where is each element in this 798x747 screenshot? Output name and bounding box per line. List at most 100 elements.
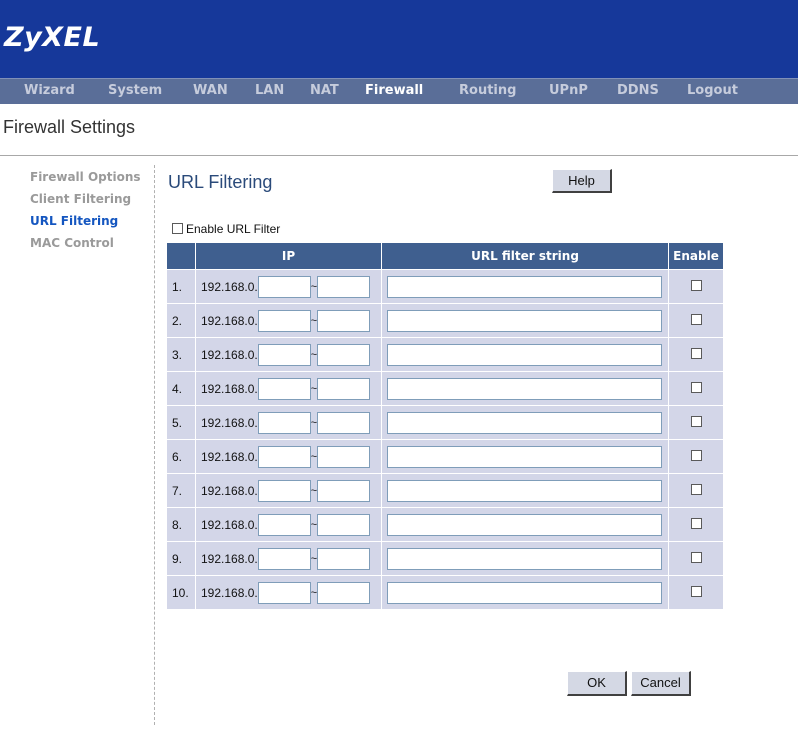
enable-cell (668, 473, 724, 508)
url-cell (381, 473, 669, 508)
ip-end-input[interactable] (317, 377, 371, 400)
nav-firewall[interactable]: Firewall (365, 83, 423, 98)
enable-cell (668, 541, 724, 576)
ip-start-input[interactable] (257, 547, 311, 570)
row-enable-checkbox[interactable] (690, 347, 702, 359)
table-row: 9. 192.168.0. ~ (166, 541, 724, 576)
ip-end-input[interactable] (317, 343, 371, 366)
enable-cell (668, 269, 724, 304)
sidebar-item-url-filtering[interactable]: URL Filtering (30, 214, 118, 228)
url-filter-input[interactable] (387, 445, 662, 468)
row-number: 8. (166, 507, 196, 542)
url-cell (381, 575, 669, 610)
ip-cell: 192.168.0. ~ (195, 575, 382, 610)
row-number: 6. (166, 439, 196, 474)
url-filter-input[interactable] (387, 275, 662, 298)
header-url: URL filter string (381, 242, 669, 270)
table-row: 1. 192.168.0. ~ (166, 269, 724, 304)
row-enable-checkbox[interactable] (690, 585, 702, 597)
enable-cell (668, 371, 724, 406)
url-cell (381, 303, 669, 338)
row-number: 3. (166, 337, 196, 372)
nav-wan[interactable]: WAN (193, 83, 228, 98)
row-enable-checkbox[interactable] (690, 381, 702, 393)
url-filter-input[interactable] (387, 343, 662, 366)
sidebar-item-firewall-options[interactable]: Firewall Options (30, 170, 141, 184)
url-cell (381, 541, 669, 576)
ip-cell: 192.168.0. ~ (195, 541, 382, 576)
ip-cell: 192.168.0. ~ (195, 337, 382, 372)
row-enable-checkbox[interactable] (690, 551, 702, 563)
sidebar-item-client-filtering[interactable]: Client Filtering (30, 192, 131, 206)
row-enable-checkbox[interactable] (690, 483, 702, 495)
nav-wizard[interactable]: Wizard (24, 83, 75, 98)
ip-prefix: 192.168.0. (201, 551, 258, 566)
main-nav: Wizard System WAN LAN NAT Firewall Routi… (0, 78, 798, 104)
url-filter-input[interactable] (387, 547, 662, 570)
ip-start-input[interactable] (257, 275, 311, 298)
ip-prefix: 192.168.0. (201, 415, 258, 430)
ip-end-input[interactable] (317, 445, 371, 468)
ip-prefix: 192.168.0. (201, 313, 258, 328)
ip-start-input[interactable] (257, 513, 311, 536)
ip-prefix: 192.168.0. (201, 449, 258, 464)
ip-end-input[interactable] (317, 411, 371, 434)
sidebar-item-mac-control[interactable]: MAC Control (30, 236, 114, 250)
nav-system[interactable]: System (108, 83, 162, 98)
row-enable-checkbox[interactable] (690, 517, 702, 529)
enable-cell (668, 507, 724, 542)
ip-start-input[interactable] (257, 445, 311, 468)
ip-start-input[interactable] (257, 309, 311, 332)
ip-end-input[interactable] (317, 547, 371, 570)
enable-url-filter-checkbox[interactable] (172, 223, 183, 234)
ip-start-input[interactable] (257, 411, 311, 434)
enable-cell (668, 405, 724, 440)
row-enable-checkbox[interactable] (690, 449, 702, 461)
ip-cell: 192.168.0. ~ (195, 473, 382, 508)
ip-end-input[interactable] (317, 479, 371, 502)
nav-upnp[interactable]: UPnP (549, 83, 588, 98)
table-row: 10. 192.168.0. ~ (166, 575, 724, 610)
row-enable-checkbox[interactable] (690, 279, 702, 291)
enable-cell (668, 337, 724, 372)
ip-cell: 192.168.0. ~ (195, 371, 382, 406)
url-filter-input[interactable] (387, 581, 662, 604)
ip-start-input[interactable] (257, 343, 311, 366)
row-number: 1. (166, 269, 196, 304)
ip-cell: 192.168.0. ~ (195, 507, 382, 542)
ip-cell: 192.168.0. ~ (195, 269, 382, 304)
ip-end-input[interactable] (317, 275, 371, 298)
table-row: 2. 192.168.0. ~ (166, 303, 724, 338)
cancel-button[interactable]: Cancel (631, 671, 691, 696)
nav-logout[interactable]: Logout (687, 83, 738, 98)
table-row: 3. 192.168.0. ~ (166, 337, 724, 372)
table-row: 5. 192.168.0. ~ (166, 405, 724, 440)
nav-nat[interactable]: NAT (310, 83, 339, 98)
row-number: 2. (166, 303, 196, 338)
help-button[interactable]: Help (552, 169, 612, 193)
url-filter-input[interactable] (387, 479, 662, 502)
nav-routing[interactable]: Routing (459, 83, 516, 98)
ip-prefix: 192.168.0. (201, 483, 258, 498)
ok-button[interactable]: OK (567, 671, 627, 696)
page-title: Firewall Settings (3, 117, 136, 137)
url-filter-input[interactable] (387, 377, 662, 400)
ip-start-input[interactable] (257, 581, 311, 604)
ip-end-input[interactable] (317, 581, 371, 604)
table-header-row: IP URL filter string Enable (166, 242, 724, 270)
ip-end-input[interactable] (317, 513, 371, 536)
ip-cell: 192.168.0. ~ (195, 439, 382, 474)
ip-end-input[interactable] (317, 309, 371, 332)
ip-start-input[interactable] (257, 377, 311, 400)
url-filter-input[interactable] (387, 513, 662, 536)
nav-lan[interactable]: LAN (255, 83, 284, 98)
row-enable-checkbox[interactable] (690, 313, 702, 325)
nav-ddns[interactable]: DDNS (617, 83, 659, 98)
row-enable-checkbox[interactable] (690, 415, 702, 427)
ip-prefix: 192.168.0. (201, 381, 258, 396)
url-filter-input[interactable] (387, 309, 662, 332)
enable-url-filter-label: Enable URL Filter (186, 222, 281, 236)
url-cell (381, 269, 669, 304)
ip-start-input[interactable] (257, 479, 311, 502)
url-filter-input[interactable] (387, 411, 662, 434)
